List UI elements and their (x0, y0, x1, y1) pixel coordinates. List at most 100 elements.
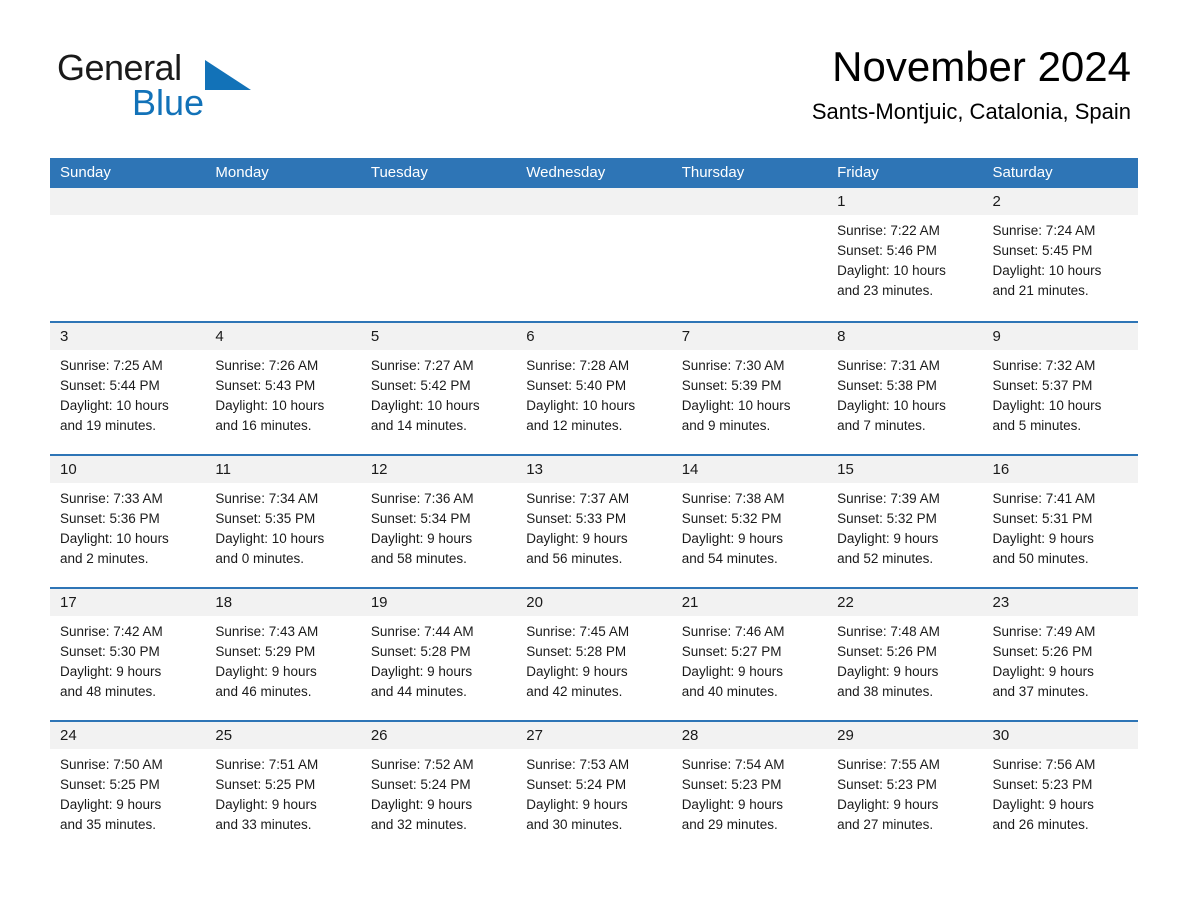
daylight-duration-line2: and 2 minutes. (60, 551, 149, 566)
calendar-day-cell[interactable]: 15 Sunrise: 7:39 AM Sunset: 5:32 PM Dayligh… (827, 456, 983, 587)
day-sun-info: Sunrise: 7:36 AM Sunset: 5:34 PM Daylight:… (361, 483, 516, 569)
day-number-band: 16 (982, 456, 1138, 483)
calendar-day-cell[interactable]: 6 Sunrise: 7:28 AM Sunset: 5:40 PM Daylight… (516, 323, 672, 454)
day-number-band (50, 188, 206, 215)
daylight-duration-line2: and 14 minutes. (370, 418, 467, 433)
calendar-day-cell[interactable]: 2 Sunrise: 7:24 AM Sunset: 5:45 PM Daylight… (982, 188, 1138, 321)
day-sun-info: Sunrise: 7:28 AM Sunset: 5:40 PM Daylight:… (516, 350, 671, 436)
calendar-day-cell[interactable]: 8 Sunrise: 7:31 AM Sunset: 5:38 PM Daylight… (827, 323, 983, 454)
sunrise-time: Sunrise: 7:53 AM (526, 757, 630, 772)
day-number-band: 4 (205, 323, 361, 350)
day-number-band: 9 (982, 323, 1138, 350)
day-sun-info: Sunrise: 7:55 AM Sunset: 5:23 PM Daylight:… (827, 749, 982, 835)
calendar-day-cell[interactable]: 17 Sunrise: 7:42 AM Sunset: 5:30 PM Dayligh… (50, 589, 206, 720)
sunrise-time: Sunrise: 7:51 AM (215, 757, 319, 772)
daylight-duration-line1: Daylight: 10 hours (215, 531, 325, 546)
day-number: 18 (215, 594, 233, 611)
calendar-day-cell[interactable]: 14 Sunrise: 7:38 AM Sunset: 5:32 PM Dayligh… (671, 456, 828, 587)
sunrise-time: Sunrise: 7:27 AM (370, 358, 474, 373)
calendar-week-row: 24 Sunrise: 7:50 AM Sunset: 5:25 PM Dayligh… (50, 720, 1138, 853)
day-sun-info: Sunrise: 7:50 AM Sunset: 5:25 PM Daylight:… (50, 749, 205, 835)
sunset-time: Sunset: 5:23 PM (837, 777, 937, 792)
day-sun-info: Sunrise: 7:53 AM Sunset: 5:24 PM Daylight:… (516, 749, 671, 835)
calendar-day-cell[interactable]: 30 Sunrise: 7:56 AM Sunset: 5:23 PM Dayligh… (982, 722, 1138, 853)
day-number-band (671, 188, 828, 215)
weekday-header-monday: Monday (215, 164, 269, 181)
calendar-day-cell[interactable]: 1 Sunrise: 7:22 AM Sunset: 5:46 PM Daylight… (827, 188, 983, 321)
daylight-duration-line2: and 40 minutes. (681, 684, 778, 699)
weekday-header-friday: Friday (837, 164, 879, 181)
day-number: 1 (837, 193, 846, 210)
daylight-duration-line1: Daylight: 9 hours (992, 664, 1094, 679)
calendar-week-row: 17 Sunrise: 7:42 AM Sunset: 5:30 PM Dayligh… (50, 587, 1138, 720)
daylight-duration-line2: and 37 minutes. (992, 684, 1089, 699)
sunset-time: Sunset: 5:34 PM (370, 511, 471, 526)
calendar-day-cell[interactable]: 29 Sunrise: 7:55 AM Sunset: 5:23 PM Dayligh… (827, 722, 983, 853)
day-number: 30 (992, 727, 1010, 744)
calendar-day-cell[interactable]: 3 Sunrise: 7:25 AM Sunset: 5:44 PM Daylight… (50, 323, 206, 454)
sunrise-time: Sunrise: 7:34 AM (215, 491, 319, 506)
sunrise-time: Sunrise: 7:25 AM (60, 358, 163, 373)
daylight-duration-line1: Daylight: 9 hours (526, 797, 628, 812)
day-sun-info: Sunrise: 7:27 AM Sunset: 5:42 PM Daylight:… (361, 350, 516, 436)
calendar-day-cell[interactable]: 18 Sunrise: 7:43 AM Sunset: 5:29 PM Dayligh… (205, 589, 361, 720)
day-number-band: 3 (50, 323, 206, 350)
calendar-day-cell[interactable]: 24 Sunrise: 7:50 AM Sunset: 5:25 PM Dayligh… (50, 722, 206, 853)
calendar-day-cell[interactable]: 9 Sunrise: 7:32 AM Sunset: 5:37 PM Daylight… (982, 323, 1138, 454)
daylight-duration-line1: Daylight: 10 hours (60, 398, 169, 413)
weekday-header-tuesday: Tuesday (370, 164, 428, 181)
day-sun-info: Sunrise: 7:31 AM Sunset: 5:38 PM Daylight:… (827, 350, 982, 436)
sunset-time: Sunset: 5:33 PM (526, 511, 627, 526)
daylight-duration-line2: and 29 minutes. (681, 817, 778, 832)
sunrise-time: Sunrise: 7:24 AM (992, 223, 1096, 238)
day-number: 11 (215, 461, 231, 478)
day-sun-info: Sunrise: 7:44 AM Sunset: 5:28 PM Daylight:… (361, 616, 516, 702)
day-number: 10 (60, 461, 77, 478)
daylight-duration-line2: and 46 minutes. (215, 684, 312, 699)
day-number-band (205, 188, 361, 215)
calendar-day-cell[interactable]: 13 Sunrise: 7:37 AM Sunset: 5:33 PM Dayligh… (516, 456, 672, 587)
calendar-week-row: 10 Sunrise: 7:33 AM Sunset: 5:36 PM Dayligh… (50, 454, 1138, 587)
sunset-time: Sunset: 5:25 PM (215, 777, 316, 792)
sunset-time: Sunset: 5:35 PM (215, 511, 316, 526)
calendar-day-cell[interactable]: 27 Sunrise: 7:53 AM Sunset: 5:24 PM Dayligh… (516, 722, 672, 853)
calendar-day-cell[interactable]: 26 Sunrise: 7:52 AM Sunset: 5:24 PM Dayligh… (360, 722, 517, 853)
daylight-duration-line2: and 12 minutes. (526, 418, 623, 433)
sunrise-time: Sunrise: 7:38 AM (681, 491, 785, 506)
calendar-day-cell[interactable]: 22 Sunrise: 7:48 AM Sunset: 5:26 PM Dayligh… (827, 589, 983, 720)
daylight-duration-line2: and 27 minutes. (837, 817, 934, 832)
sunrise-time: Sunrise: 7:46 AM (681, 624, 785, 639)
calendar-day-cell[interactable]: 25 Sunrise: 7:51 AM Sunset: 5:25 PM Dayligh… (205, 722, 361, 853)
daylight-duration-line1: Daylight: 10 hours (60, 531, 169, 546)
daylight-duration-line1: Daylight: 9 hours (370, 531, 473, 546)
calendar-day-cell[interactable]: 20 Sunrise: 7:45 AM Sunset: 5:28 PM Dayligh… (516, 589, 672, 720)
day-number-band: 10 (50, 456, 206, 483)
daylight-duration-line2: and 0 minutes. (215, 551, 304, 566)
day-number-band: 23 (982, 589, 1138, 616)
day-number-band: 8 (827, 323, 983, 350)
day-number-band: 1 (827, 188, 983, 215)
day-sun-info: Sunrise: 7:34 AM Sunset: 5:35 PM Daylight:… (205, 483, 360, 569)
calendar-day-cell[interactable]: 11 Sunrise: 7:34 AM Sunset: 5:35 PM Dayligh… (205, 456, 361, 587)
daylight-duration-line1: Daylight: 10 hours (992, 263, 1102, 278)
calendar-day-cell[interactable]: 5 Sunrise: 7:27 AM Sunset: 5:42 PM Daylight… (360, 323, 517, 454)
day-number-band: 25 (205, 722, 361, 749)
calendar-day-cell[interactable]: 28 Sunrise: 7:54 AM Sunset: 5:23 PM Dayligh… (671, 722, 828, 853)
calendar-day-cell[interactable]: 4 Sunrise: 7:26 AM Sunset: 5:43 PM Daylight… (205, 323, 361, 454)
calendar-day-cell[interactable]: 21 Sunrise: 7:46 AM Sunset: 5:27 PM Dayligh… (671, 589, 828, 720)
calendar-day-cell[interactable]: 23 Sunrise: 7:49 AM Sunset: 5:26 PM Dayligh… (982, 589, 1138, 720)
calendar-day-cell[interactable]: 10 Sunrise: 7:33 AM Sunset: 5:36 PM Dayligh… (50, 456, 206, 587)
daylight-duration-line2: and 52 minutes. (837, 551, 934, 566)
day-number: 2 (992, 193, 1001, 210)
title-block: November 2024 Sants-Montjuic, Catalonia,… (812, 43, 1131, 124)
sunrise-time: Sunrise: 7:44 AM (370, 624, 474, 639)
day-number-band: 19 (360, 589, 517, 616)
day-number-band: 5 (360, 323, 517, 350)
sunset-time: Sunset: 5:42 PM (370, 378, 471, 393)
calendar-day-cell[interactable]: 19 Sunrise: 7:44 AM Sunset: 5:28 PM Dayligh… (360, 589, 517, 720)
calendar-day-cell[interactable]: 16 Sunrise: 7:41 AM Sunset: 5:31 PM Dayligh… (982, 456, 1138, 587)
day-number: 22 (837, 594, 854, 611)
day-number: 9 (992, 328, 1001, 345)
calendar-day-cell[interactable]: 7 Sunrise: 7:30 AM Sunset: 5:39 PM Daylight… (671, 323, 828, 454)
calendar-day-cell[interactable]: 12 Sunrise: 7:36 AM Sunset: 5:34 PM Dayligh… (360, 456, 517, 587)
